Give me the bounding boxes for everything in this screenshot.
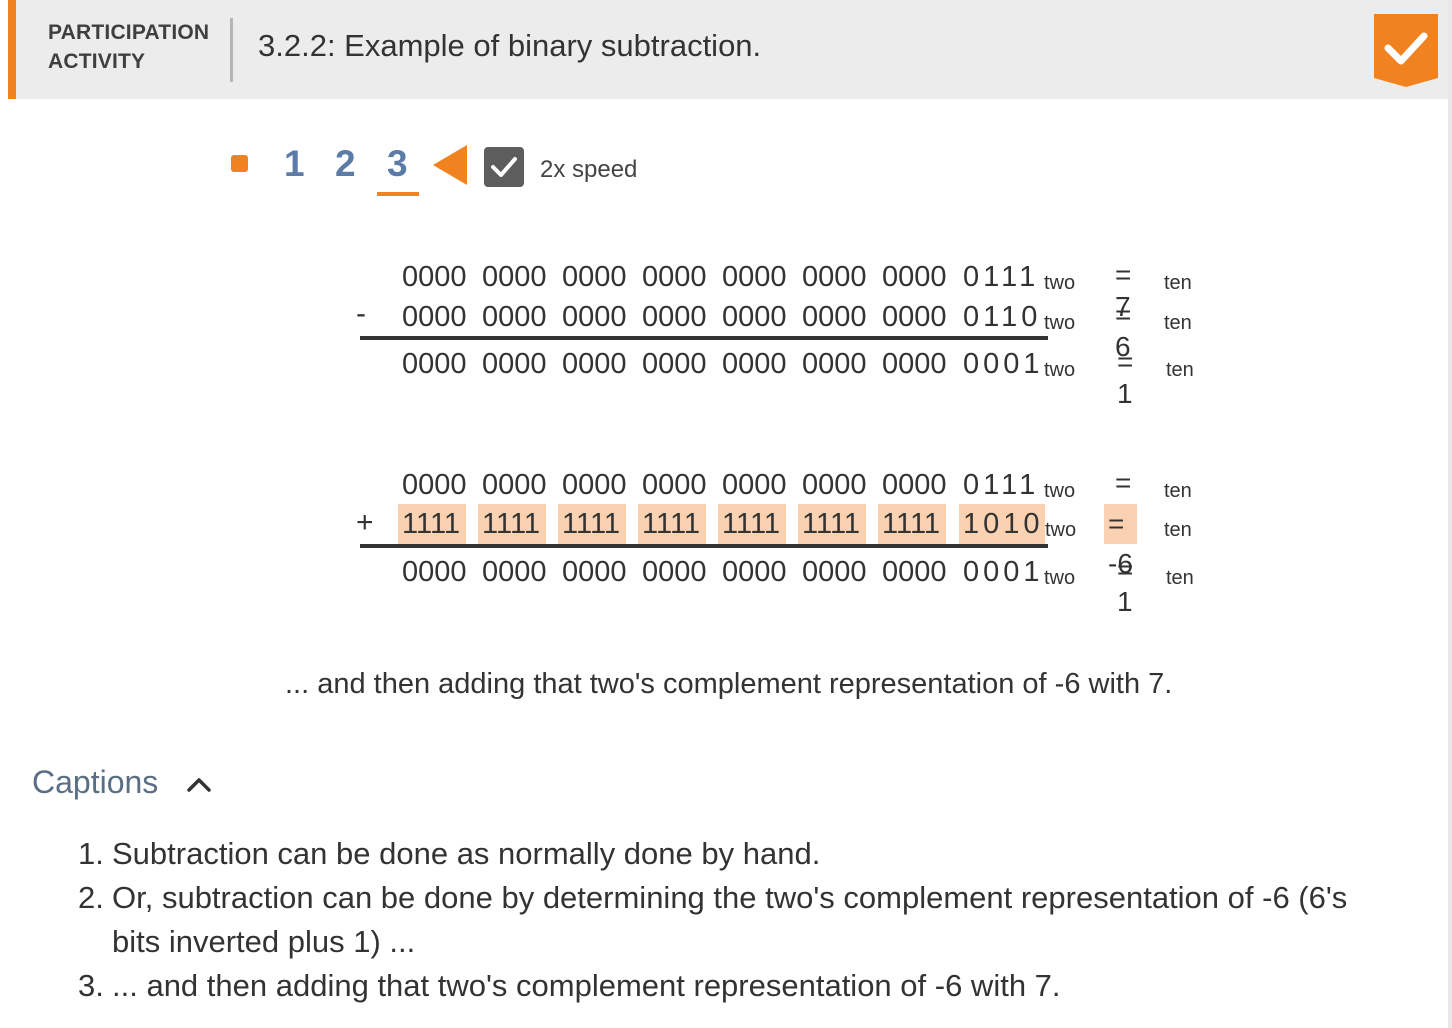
binary-group: 0000 <box>722 301 787 333</box>
binary-group: 0000 <box>562 469 627 501</box>
base-subscript: ten <box>1166 567 1194 589</box>
binary-group: 0000 <box>642 469 707 501</box>
binary-group: 0000 <box>642 261 707 293</box>
binary-group: 0000 <box>482 301 547 333</box>
binary-group: 0000 <box>402 301 467 333</box>
binary-group: 0000 <box>482 348 547 380</box>
base-subscript: ten <box>1166 359 1194 381</box>
binary-group: 0000 <box>402 261 467 293</box>
highlighted-binary-group: 1111 <box>638 504 706 544</box>
base-subscript: ten <box>1164 519 1192 541</box>
highlighted-binary-group: 1111 <box>398 504 466 544</box>
caption-number: 1. <box>78 836 104 871</box>
activity-type-label: PARTICIPATION ACTIVITY <box>48 18 209 76</box>
binary-group: 0000 <box>482 261 547 293</box>
base-subscript: ten <box>1164 312 1192 334</box>
binary-group: 0000 <box>482 556 547 588</box>
base-subscript: two <box>1044 567 1076 589</box>
current-step-indicator <box>377 192 419 196</box>
binary-group: 0000 <box>882 261 947 293</box>
highlighted-binary-group: 1111 <box>718 504 786 544</box>
binary-group: 0000 <box>402 556 467 588</box>
speed-label: 2x speed <box>540 156 638 183</box>
current-step-caption: ... and then adding that two's complemen… <box>285 668 1173 700</box>
speed-checkbox[interactable] <box>484 147 524 187</box>
activity-type-line1: PARTICIPATION <box>48 21 210 44</box>
highlighted-binary-group: 1111 <box>558 504 626 544</box>
chevron-up-icon[interactable] <box>186 774 212 799</box>
caption-item: 3. ... and then adding that two's comple… <box>78 964 1378 1008</box>
activity-title: 3.2.2: Example of binary subtraction. <box>258 28 762 63</box>
highlighted-binary-group: 1111 <box>878 504 946 544</box>
start-button[interactable] <box>231 155 248 172</box>
sum-rule <box>360 336 1048 340</box>
caption-text: ... and then adding that two's complemen… <box>112 968 1061 1003</box>
base-subscript: ten <box>1164 272 1192 294</box>
caption-number: 3. <box>78 968 104 1003</box>
base-subscript: two <box>1044 312 1076 334</box>
caption-text: Subtraction can be done as normally done… <box>112 836 821 871</box>
binary-group: 0000 <box>882 556 947 588</box>
binary-group: 0000 <box>882 348 947 380</box>
caption-item: 2. Or, subtraction can be done by determ… <box>78 876 1378 964</box>
step-1-button[interactable]: 1 <box>284 143 305 185</box>
binary-group: 0000 <box>642 301 707 333</box>
binary-group: 0000 <box>722 261 787 293</box>
binary-group: 0000 <box>722 556 787 588</box>
binary-group: 0000 <box>402 469 467 501</box>
highlighted-decimal-equivalent: = -6 <box>1104 504 1137 579</box>
binary-group: 0000 <box>882 301 947 333</box>
activity-type-line2: ACTIVITY <box>48 50 146 73</box>
caption-item: 1. Subtraction can be done as normally d… <box>78 832 1378 876</box>
binary-group: 0001 <box>963 348 1044 380</box>
caption-number: 2. <box>78 880 104 915</box>
binary-group: 0000 <box>402 348 467 380</box>
play-back-icon[interactable] <box>433 145 467 190</box>
captions-toggle-label[interactable]: Captions <box>32 764 158 801</box>
page-right-edge <box>1448 0 1452 1028</box>
base-subscript: two <box>1044 272 1076 294</box>
binary-group: 0000 <box>802 556 867 588</box>
base-subscript: two <box>1045 519 1077 541</box>
sum-rule <box>360 544 1048 548</box>
binary-group: 0000 <box>802 261 867 293</box>
decimal-equivalent: = 1 <box>1117 554 1134 617</box>
caption-text: Or, subtraction can be done by determini… <box>112 880 1348 959</box>
activity-header: PARTICIPATION ACTIVITY 3.2.2: Example of… <box>8 0 1448 99</box>
step-2-button[interactable]: 2 <box>335 143 356 185</box>
checkmark-icon <box>491 157 517 177</box>
base-subscript: ten <box>1164 480 1192 502</box>
binary-group: 0000 <box>882 469 947 501</box>
binary-group: 0000 <box>642 556 707 588</box>
completed-checkmark-icon <box>1374 14 1438 87</box>
binary-group: 0110 <box>963 301 1042 333</box>
captions-list: 1. Subtraction can be done as normally d… <box>78 832 1378 1008</box>
binary-group: 0001 <box>963 556 1044 588</box>
decimal-equivalent: = 1 <box>1117 346 1134 409</box>
base-subscript: two <box>1044 359 1076 381</box>
binary-group: 0000 <box>722 348 787 380</box>
binary-group: 0000 <box>482 469 547 501</box>
highlighted-binary-group: 1111 <box>478 504 546 544</box>
step-3-button[interactable]: 3 <box>387 143 408 185</box>
highlighted-binary-group: 1111 <box>798 504 866 544</box>
binary-group: 0111 <box>963 469 1040 501</box>
binary-group: 0000 <box>562 261 627 293</box>
binary-group: 0000 <box>802 348 867 380</box>
binary-group: 0000 <box>562 348 627 380</box>
highlighted-binary-group: 1010 <box>959 504 1045 544</box>
minus-operator: - <box>356 297 366 330</box>
binary-group: 0111 <box>963 261 1040 293</box>
plus-operator: + <box>356 506 374 539</box>
binary-group: 0000 <box>562 301 627 333</box>
binary-group: 0000 <box>802 469 867 501</box>
binary-group: 0000 <box>562 556 627 588</box>
binary-group: 0000 <box>642 348 707 380</box>
binary-group: 0000 <box>722 469 787 501</box>
binary-group: 0000 <box>802 301 867 333</box>
header-divider <box>230 18 233 82</box>
base-subscript: two <box>1044 480 1076 502</box>
